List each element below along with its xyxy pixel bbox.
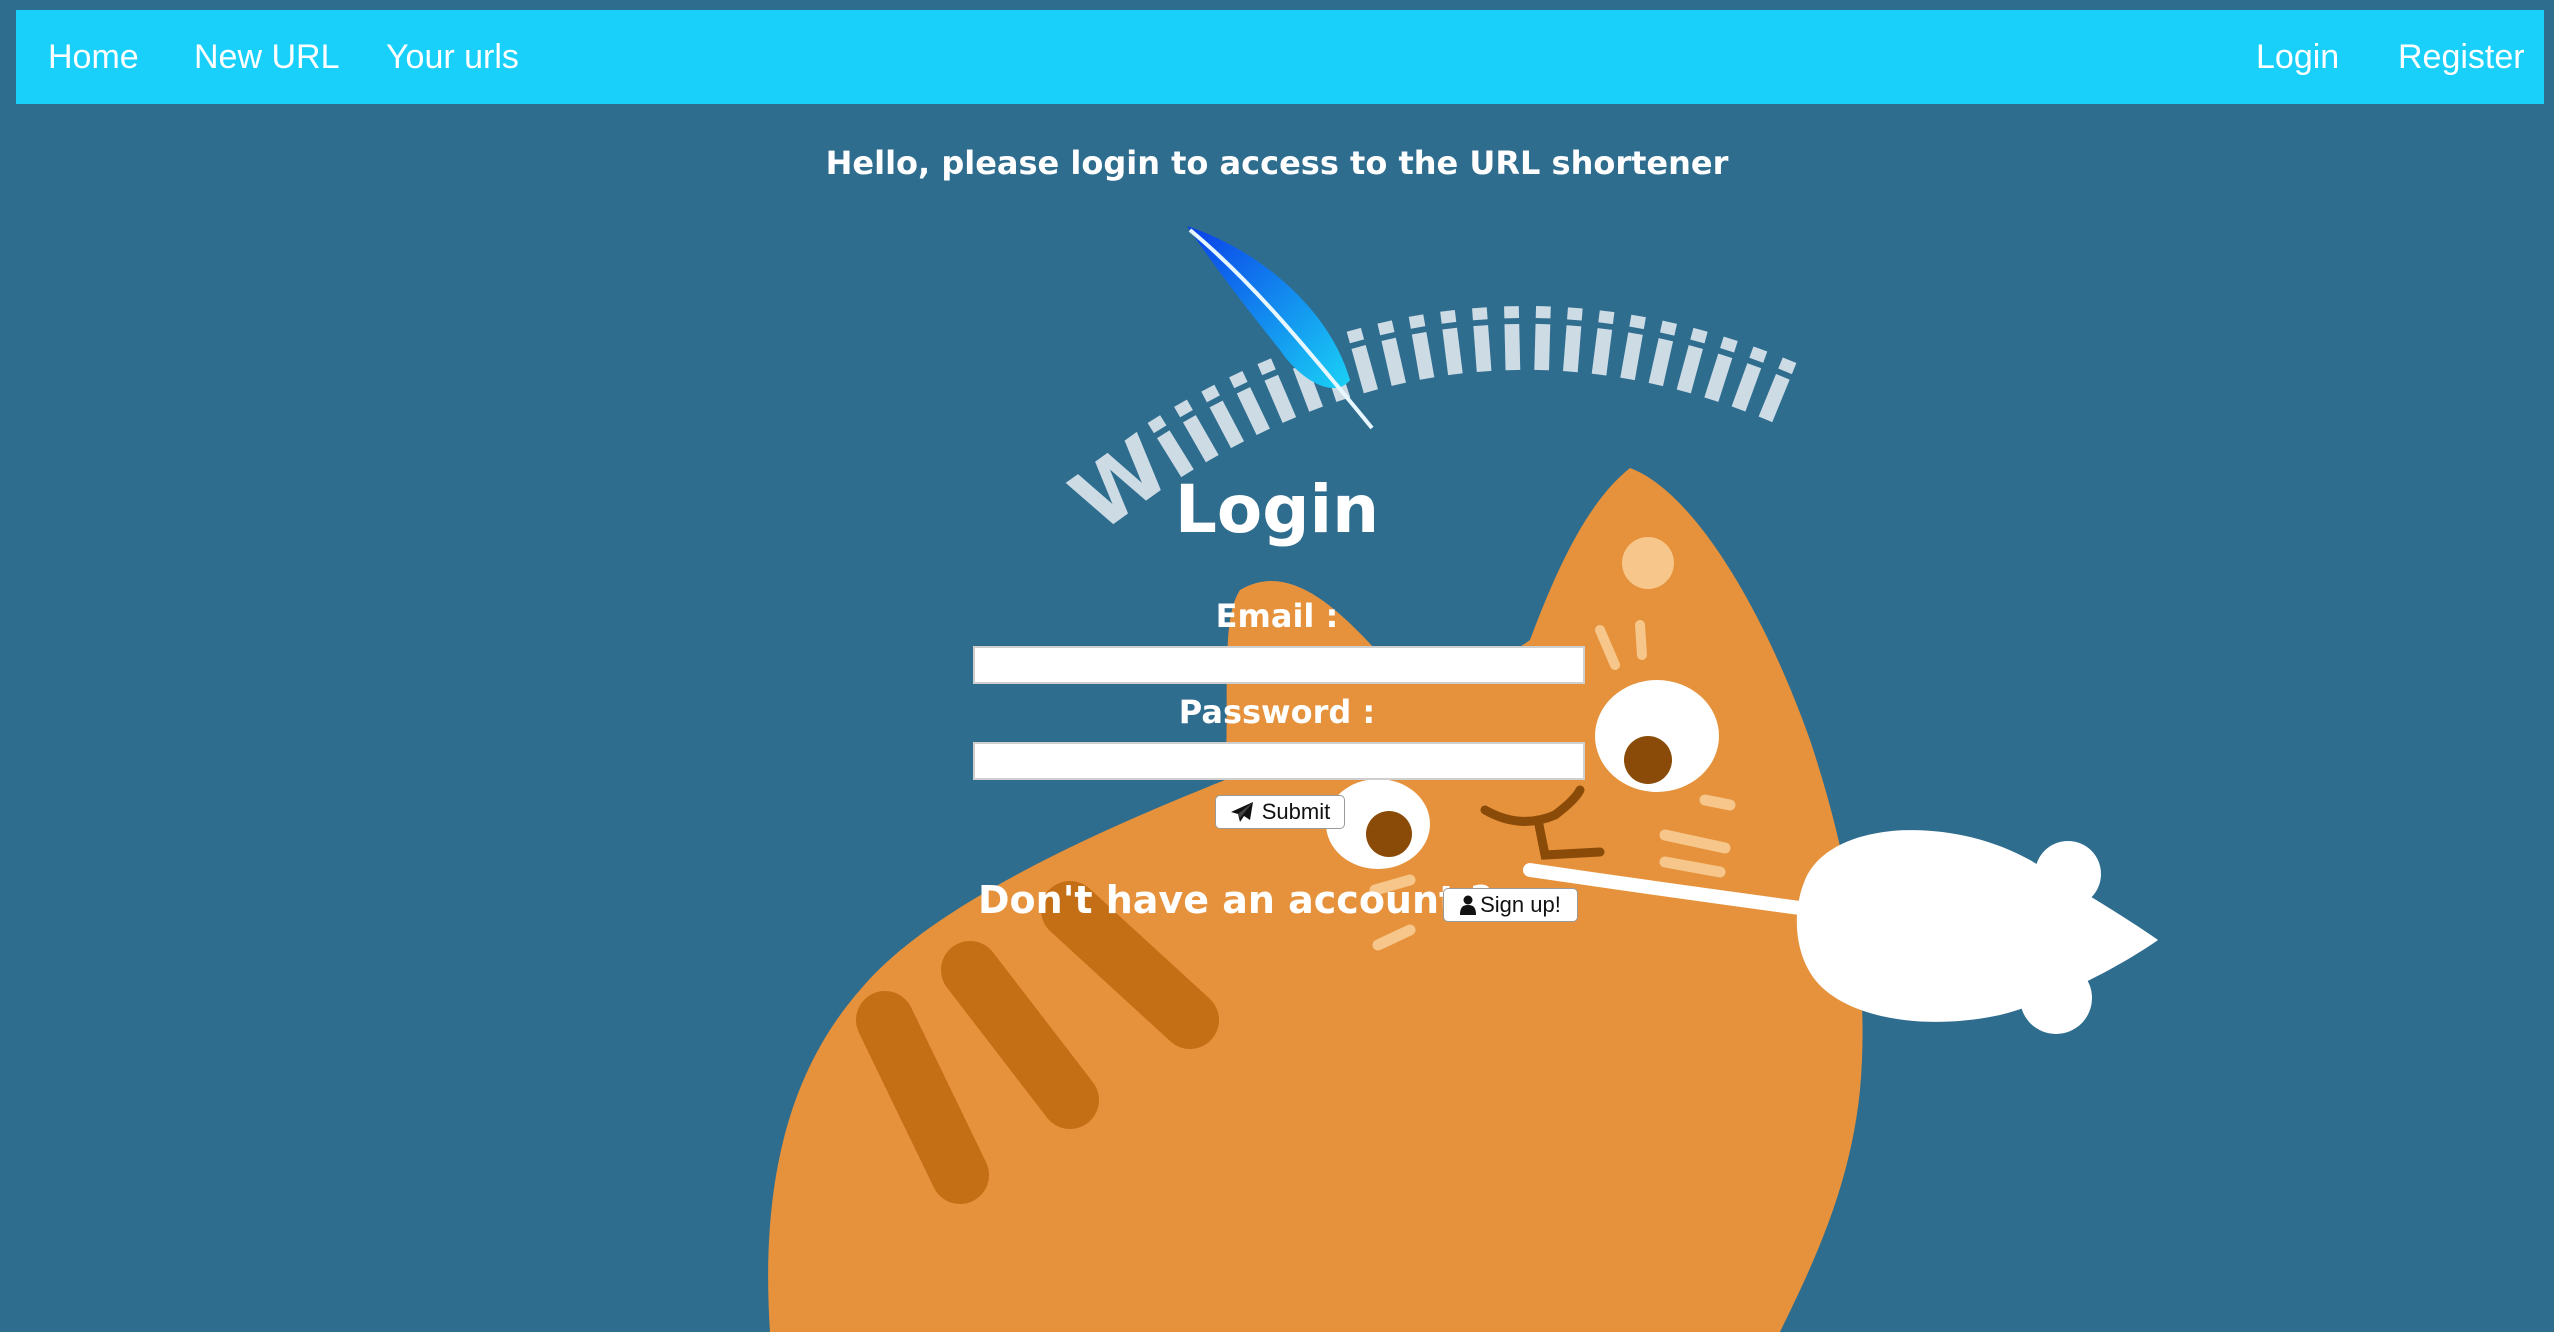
- signup-prompt: Don't have an account ?: [978, 878, 1493, 922]
- submit-button[interactable]: Submit: [1215, 795, 1345, 829]
- login-title: Login: [1174, 471, 1380, 548]
- paper-plane-icon: [1230, 802, 1253, 822]
- password-field[interactable]: [973, 742, 1585, 780]
- mouse: [1796, 830, 2158, 1034]
- email-label: Email :: [1215, 597, 1339, 635]
- submit-label: Submit: [1261, 799, 1331, 824]
- password-label: Password :: [1178, 693, 1376, 731]
- email-field[interactable]: [973, 646, 1585, 684]
- signup-button-label: Sign up!: [1480, 892, 1561, 917]
- signup-button[interactable]: Sign up!: [1443, 888, 1578, 922]
- user-icon: [1460, 895, 1477, 915]
